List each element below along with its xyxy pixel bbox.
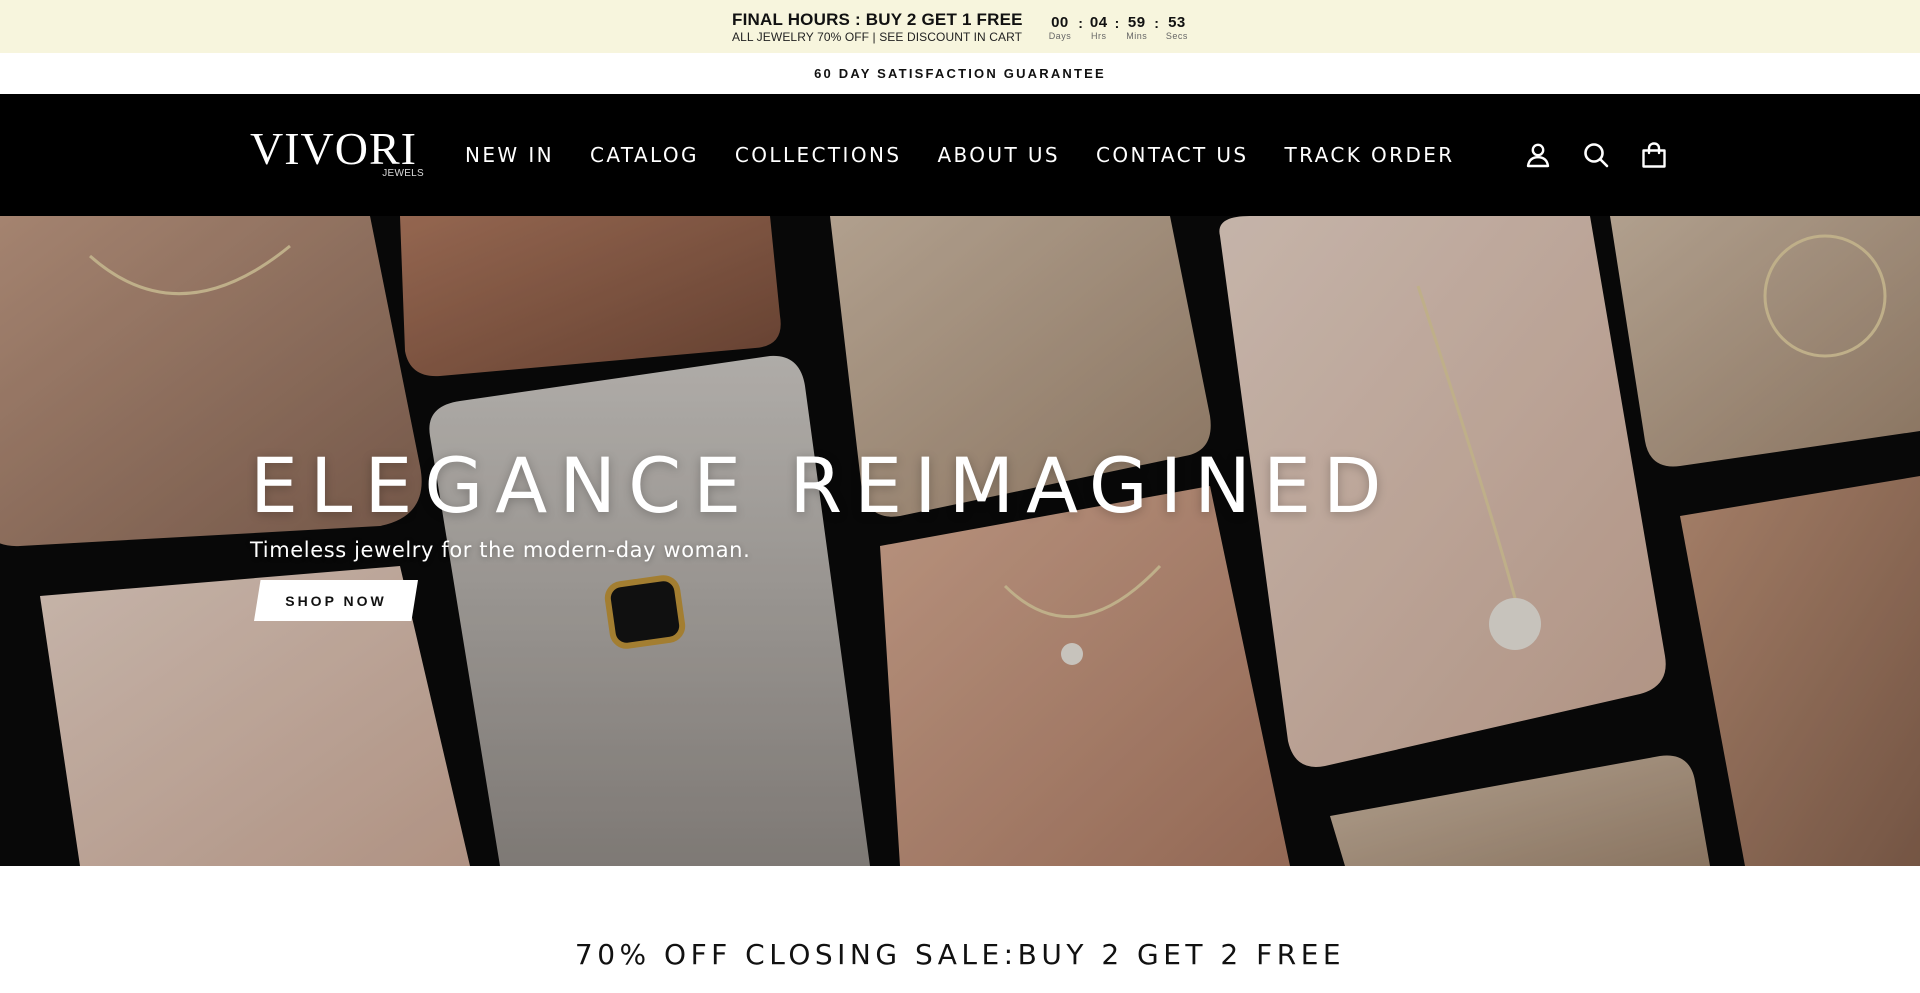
countdown-timer: 00 Days : 04 Hrs : 59 Mins : 53 Secs bbox=[1049, 13, 1188, 41]
countdown-days: 00 Days bbox=[1048, 13, 1072, 41]
logo-wordmark: VIVORI bbox=[250, 123, 417, 174]
site-logo[interactable]: VIVORI JEWELS bbox=[250, 123, 430, 184]
site-header: VIVORI JEWELS NEW IN CATALOG COLLECTIONS… bbox=[0, 94, 1920, 216]
hero-banner: ELEGANCE REIMAGINED Timeless jewelry for… bbox=[0, 216, 1920, 866]
countdown-days-value: 00 bbox=[1051, 13, 1069, 31]
promo-countdown-bar: FINAL HOURS : BUY 2 GET 1 FREE ALL JEWEL… bbox=[0, 0, 1920, 53]
countdown-secs: 53 Secs bbox=[1165, 13, 1188, 41]
account-icon[interactable] bbox=[1524, 141, 1552, 169]
sale-heading: 70% OFF CLOSING SALE:BUY 2 GET 2 FREE bbox=[574, 938, 1346, 971]
nav-contact-us[interactable]: CONTACT US bbox=[1096, 143, 1249, 167]
countdown-separator: : bbox=[1114, 14, 1120, 31]
countdown-mins-label: Mins bbox=[1126, 30, 1148, 41]
countdown-separator: : bbox=[1154, 14, 1159, 31]
promo-headline: FINAL HOURS : BUY 2 GET 1 FREE bbox=[732, 9, 1023, 29]
countdown-mins: 59 Mins bbox=[1126, 13, 1148, 41]
countdown-days-label: Days bbox=[1048, 30, 1072, 41]
hero-title: ELEGANCE REIMAGINED bbox=[250, 441, 1394, 530]
nav-collections[interactable]: COLLECTIONS bbox=[735, 143, 902, 167]
hero-content: ELEGANCE REIMAGINED Timeless jewelry for… bbox=[250, 444, 1394, 621]
countdown-hours: 04 Hrs bbox=[1089, 13, 1108, 41]
cart-icon[interactable] bbox=[1640, 141, 1668, 169]
logo-subtitle: JEWELS bbox=[382, 168, 424, 179]
countdown-secs-label: Secs bbox=[1165, 30, 1188, 41]
nav-about-us[interactable]: ABOUT US bbox=[937, 143, 1060, 167]
main-navigation: NEW IN CATALOG COLLECTIONS ABOUT US CONT… bbox=[465, 94, 1455, 216]
countdown-hours-value: 04 bbox=[1089, 13, 1108, 31]
hero-subtitle: Timeless jewelry for the modern-day woma… bbox=[250, 538, 751, 562]
promo-subtext: ALL JEWELRY 70% OFF | SEE DISCOUNT IN CA… bbox=[732, 29, 1023, 44]
countdown-mins-value: 59 bbox=[1127, 13, 1146, 31]
guarantee-text: 60 DAY SATISFACTION GUARANTEE bbox=[814, 66, 1106, 81]
countdown-separator: : bbox=[1078, 14, 1083, 31]
countdown-secs-value: 53 bbox=[1168, 13, 1186, 31]
nav-catalog[interactable]: CATALOG bbox=[590, 143, 699, 167]
header-icon-group bbox=[1524, 94, 1668, 216]
nav-track-order[interactable]: TRACK ORDER bbox=[1285, 143, 1455, 167]
countdown-hours-label: Hrs bbox=[1090, 30, 1107, 41]
sale-section: 70% OFF CLOSING SALE:BUY 2 GET 2 FREE bbox=[0, 866, 1920, 993]
guarantee-bar: 60 DAY SATISFACTION GUARANTEE bbox=[0, 53, 1920, 94]
search-icon[interactable] bbox=[1582, 141, 1610, 169]
shop-now-button[interactable]: SHOP NOW bbox=[254, 580, 418, 621]
nav-new-in[interactable]: NEW IN bbox=[465, 143, 554, 167]
promo-text-group: FINAL HOURS : BUY 2 GET 1 FREE ALL JEWEL… bbox=[732, 10, 1023, 44]
